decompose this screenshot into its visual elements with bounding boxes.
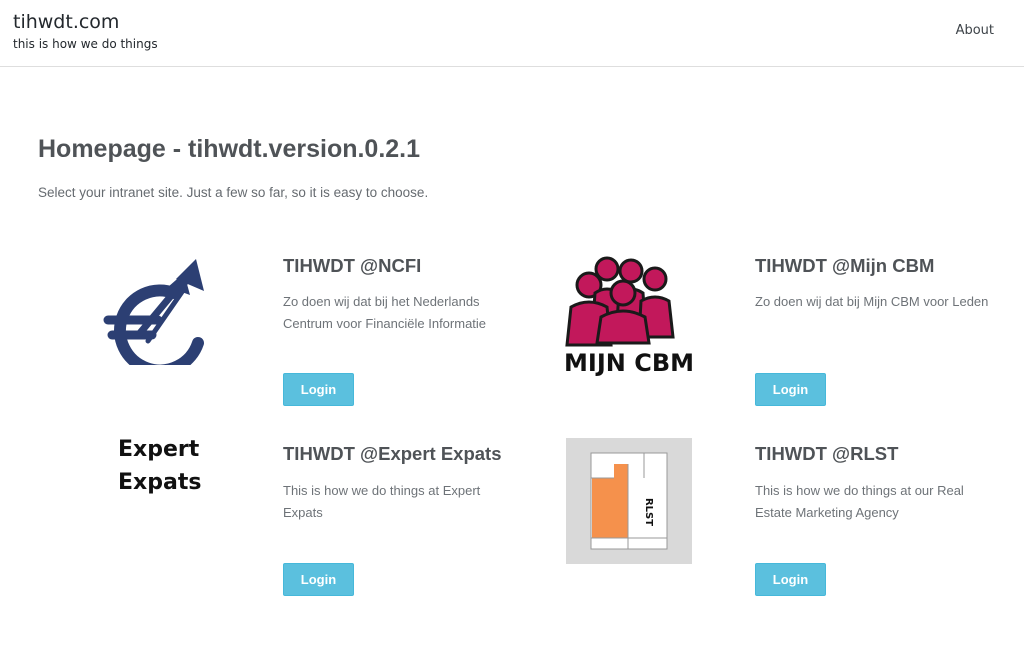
card-description-mijn-cbm: Zo doen wij dat bij Mijn CBM voor Leden	[755, 294, 989, 309]
card-title-ncfi: TIHWDT @NCFI	[283, 255, 422, 276]
site-tagline: this is how we do things	[13, 37, 158, 51]
rlst-logo-text: RLST	[643, 498, 654, 526]
expert-expats-logo-line1: Expert	[118, 437, 200, 462]
card-title-expert-expats: TIHWDT @Expert Expats	[283, 443, 502, 464]
page-title: Homepage - tihwdt.version.0.2.1	[38, 135, 421, 163]
mijn-cbm-logo-text: MIJN CBM	[565, 349, 693, 377]
card-title-rlst: TIHWDT @RLST	[755, 443, 899, 464]
nav-about-link[interactable]: About	[956, 23, 994, 38]
card-description-rlst: This is how we do things at our Real Est…	[755, 483, 964, 520]
site-header: tihwdt.com this is how we do things Abou…	[0, 0, 1024, 67]
expert-expats-logo: Expert Expats	[118, 433, 201, 499]
login-button-expert-expats[interactable]: Login	[283, 563, 354, 596]
site-title-link[interactable]: tihwdt.com	[13, 11, 119, 33]
ncfi-logo	[103, 259, 204, 365]
rlst-logo: RLST	[566, 438, 692, 564]
expert-expats-logo-line2: Expats	[118, 470, 202, 495]
card-description-ncfi: Zo doen wij dat bij het Nederlands Centr…	[283, 294, 487, 331]
login-button-rlst[interactable]: Login	[755, 563, 826, 596]
card-title-mijn-cbm: TIHWDT @Mijn CBM	[755, 255, 935, 276]
login-button-ncfi[interactable]: Login	[283, 373, 354, 406]
card-description-expert-expats: This is how we do things at Expert Expat…	[283, 483, 481, 520]
intro-text: Select your intranet site. Just a few so…	[38, 185, 429, 200]
login-button-mijn-cbm[interactable]: Login	[755, 373, 826, 406]
mijn-cbm-logo: MIJN CBM	[565, 256, 693, 377]
